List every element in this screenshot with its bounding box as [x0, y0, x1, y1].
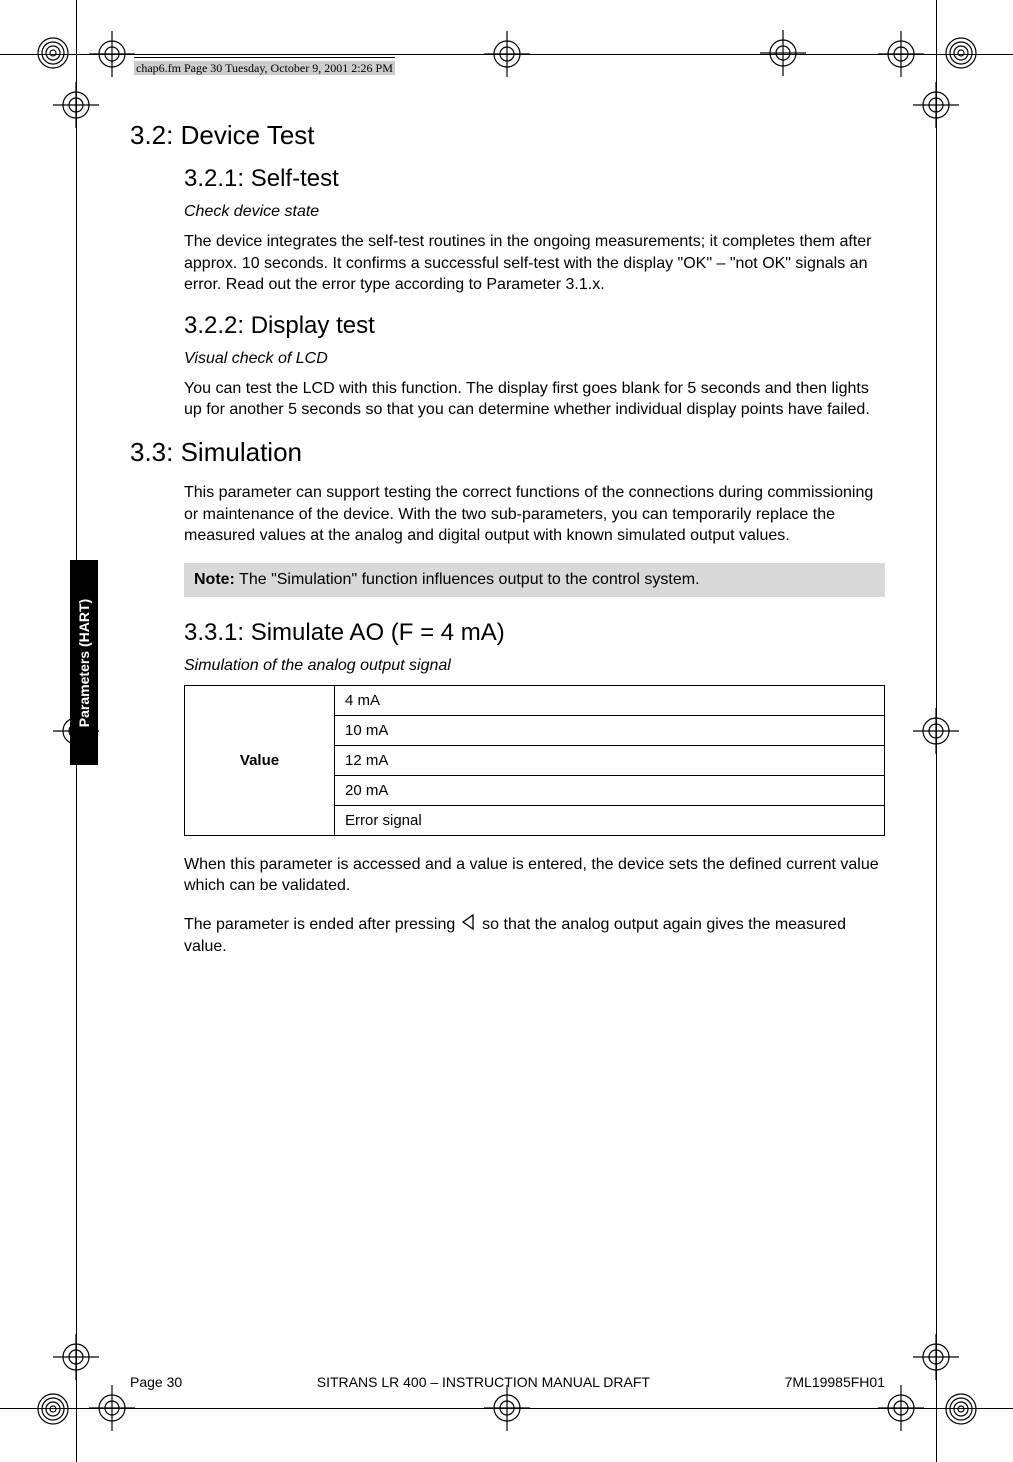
ring-icon-bl — [36, 1392, 70, 1426]
value-rowhead: Value — [185, 685, 335, 835]
body-3-3-1a: When this parameter is accessed and a va… — [184, 854, 885, 897]
header-filepath: chap6.fm Page 30 Tuesday, October 9, 200… — [134, 57, 395, 76]
value-cell: 4 mA — [335, 685, 885, 715]
crosshair-icon — [484, 1385, 530, 1431]
ring-icon-tr — [944, 36, 978, 70]
heading-3-3: 3.3: Simulation — [130, 437, 885, 468]
heading-3-3-1: 3.3.1: Simulate AO (F = 4 mA) — [184, 619, 885, 647]
crosshair-icon — [878, 31, 924, 77]
value-cell: Error signal — [335, 805, 885, 835]
crosshair-icon — [53, 1334, 99, 1380]
value-cell: 12 mA — [335, 745, 885, 775]
value-table: Value 4 mA 10 mA 12 mA 20 mA Error signa… — [184, 685, 885, 836]
heading-3-2: 3.2: Device Test — [130, 120, 885, 151]
value-cell: 20 mA — [335, 775, 885, 805]
body-3-2-1: The device integrates the self-test rout… — [184, 231, 885, 296]
heading-3-2-1: 3.2.1: Self-test — [184, 165, 885, 193]
subtitle-3-2-1: Check device state — [184, 203, 885, 221]
body-3-3-1b-pre: The parameter is ended after pressing — [184, 916, 460, 933]
side-tab-label: Parameters (HART) — [76, 598, 92, 726]
crosshair-icon — [89, 1385, 135, 1431]
header-filepath-text: chap6.fm Page 30 Tuesday, October 9, 200… — [134, 61, 395, 75]
note-body: The "Simulation" function influences out… — [235, 571, 700, 588]
value-cell: 10 mA — [335, 715, 885, 745]
note-label: Note: — [194, 571, 235, 588]
crosshair-icon — [89, 31, 135, 77]
footer-docnum: 7ML19985FH01 — [785, 1374, 885, 1390]
body-3-3-1b: The parameter is ended after pressing so… — [184, 913, 885, 957]
page-footer: Page 30 SITRANS LR 400 – INSTRUCTION MAN… — [130, 1374, 885, 1390]
body-3-2-2: You can test the LCD with this function.… — [184, 378, 885, 421]
ring-icon-tl — [36, 36, 70, 70]
heading-3-2-2: 3.2.2: Display test — [184, 312, 885, 340]
crosshair-icon — [913, 1334, 959, 1380]
note-box: Note: The "Simulation" function influenc… — [184, 563, 885, 597]
body-3-3: This parameter can support testing the c… — [184, 482, 885, 547]
left-arrow-icon — [460, 913, 478, 931]
subtitle-3-2-2: Visual check of LCD — [184, 350, 885, 368]
crosshair-icon — [484, 31, 530, 77]
page-body: 3.2: Device Test 3.2.1: Self-test Check … — [130, 120, 885, 973]
side-tab: Parameters (HART) — [70, 560, 98, 765]
crosshair-icon — [878, 1385, 924, 1431]
footer-page: Page 30 — [130, 1374, 182, 1390]
crosshair-icon — [53, 82, 99, 128]
crosshair-icon — [913, 82, 959, 128]
footer-title: SITRANS LR 400 – INSTRUCTION MANUAL DRAF… — [317, 1374, 650, 1390]
ring-icon-br — [944, 1392, 978, 1426]
crosshair-icon — [760, 30, 806, 76]
crosshair-icon — [913, 708, 959, 754]
subtitle-3-3-1: Simulation of the analog output signal — [184, 657, 885, 675]
table-row: Value 4 mA — [185, 685, 885, 715]
